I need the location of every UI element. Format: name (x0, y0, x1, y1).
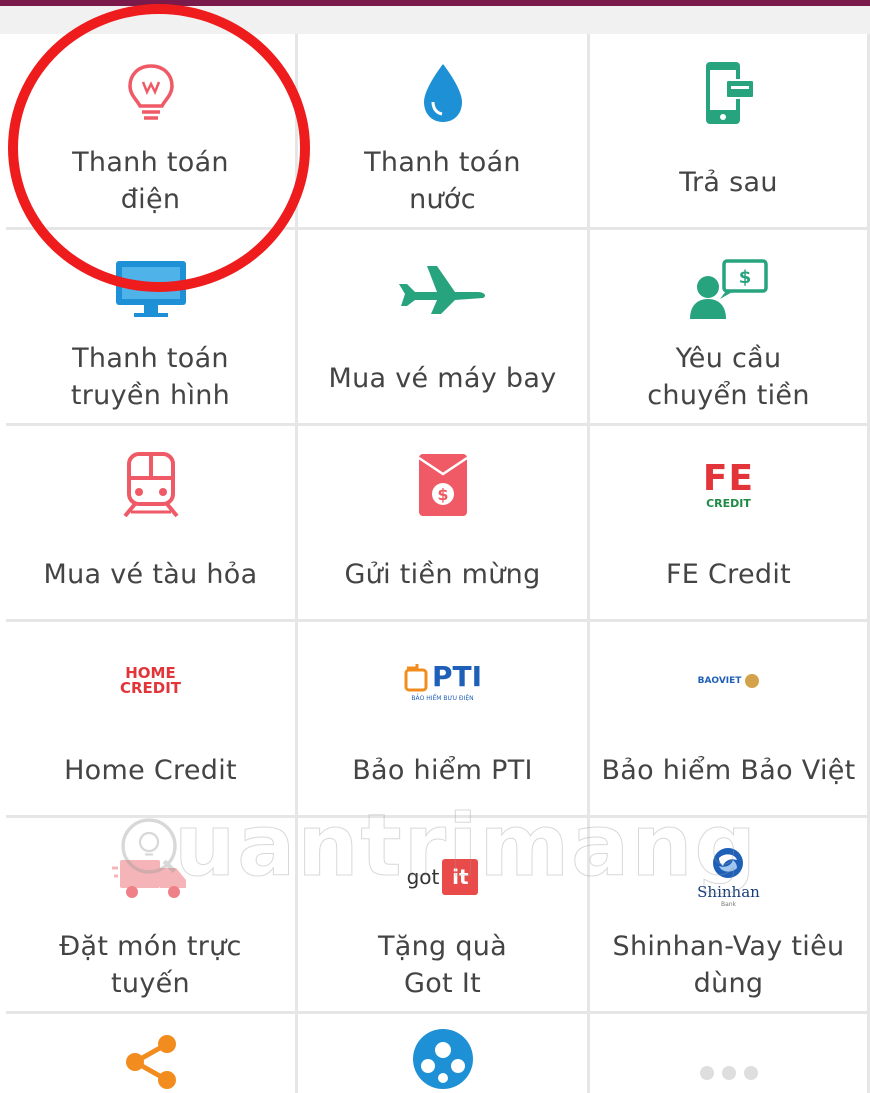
soccer-ball-icon (298, 1026, 587, 1092)
svg-text:$: $ (738, 267, 751, 288)
red-envelope-icon: $ (298, 448, 587, 522)
service-baoviet-insurance[interactable]: BAOVIET Bảo hiểm Bảo Việt (590, 622, 870, 818)
fe-credit-logo: FE CREDIT (702, 458, 755, 510)
service-label: Gửi tiền mừng (344, 559, 541, 590)
service-water-payment[interactable]: Thanh toán nước (298, 34, 590, 230)
service-label: Thanh toán điện (72, 147, 229, 215)
service-train-tickets[interactable]: Mua vé tàu hỏa (6, 426, 298, 622)
svg-text:$: $ (437, 485, 448, 504)
service-label: Mua vé máy bay (328, 363, 557, 394)
more-dots-icon (590, 1058, 867, 1088)
service-label: Bảo hiểm Bảo Việt (601, 755, 856, 786)
shinhan-logo: Shinhan Bank (590, 840, 867, 914)
service-postpaid[interactable]: Trả sau (590, 34, 870, 230)
tv-monitor-icon (6, 252, 295, 326)
service-pti-insurance[interactable]: PTI BẢO HIỂM BƯU ĐIỆN Bảo hiểm PTI (298, 622, 590, 818)
service-football[interactable] (298, 1014, 590, 1093)
service-label: Đặt món trực tuyến (59, 931, 242, 999)
baoviet-logo: BAOVIET (590, 644, 867, 718)
service-gotit-gift[interactable]: got it Tặng quà Got It (298, 818, 590, 1014)
phone-bill-icon (590, 56, 867, 130)
lightbulb-icon (6, 56, 295, 130)
water-drop-icon (298, 56, 587, 130)
service-label: Shinhan-Vay tiêu dùng (612, 931, 845, 999)
header-spacer (0, 6, 870, 34)
service-shinhan-loan[interactable]: Shinhan Bank Shinhan-Vay tiêu dùng (590, 818, 870, 1014)
service-electricity-payment[interactable]: Thanh toán điện (6, 34, 298, 230)
service-fe-credit[interactable]: FE CREDIT FE Credit (590, 426, 870, 622)
money-request-icon: $ (590, 252, 867, 326)
service-money-request[interactable]: $ Yêu cầu chuyển tiền (590, 230, 870, 426)
delivery-truck-icon (6, 840, 295, 914)
service-label: Home Credit (64, 755, 237, 786)
service-label: Bảo hiểm PTI (352, 755, 533, 786)
airplane-icon (298, 252, 587, 326)
service-label: Thanh toán nước (364, 147, 521, 215)
train-icon (6, 448, 295, 522)
service-flight-tickets[interactable]: Mua vé máy bay (298, 230, 590, 426)
service-home-credit[interactable]: HOME CREDIT Home Credit (6, 622, 298, 818)
pti-logo: PTI BẢO HIỂM BƯU ĐIỆN (298, 644, 587, 718)
service-label: Thanh toán truyền hình (70, 343, 231, 411)
service-label: FE Credit (665, 559, 792, 590)
service-label: Tặng quà Got It (377, 931, 508, 999)
service-label: Trả sau (679, 167, 778, 198)
service-lucky-money[interactable]: $ Gửi tiền mừng (298, 426, 590, 622)
share-icon (6, 1030, 295, 1090)
gotit-logo: got it (298, 840, 587, 914)
service-label: Mua vé tàu hỏa (43, 559, 258, 590)
service-food-delivery[interactable]: Đặt món trực tuyến (6, 818, 298, 1014)
service-label: Yêu cầu chuyển tiền (647, 343, 810, 411)
service-tv-payment[interactable]: Thanh toán truyền hình (6, 230, 298, 426)
home-credit-logo: HOME CREDIT (119, 664, 182, 697)
service-share[interactable] (6, 1014, 298, 1093)
service-more[interactable] (590, 1014, 870, 1093)
